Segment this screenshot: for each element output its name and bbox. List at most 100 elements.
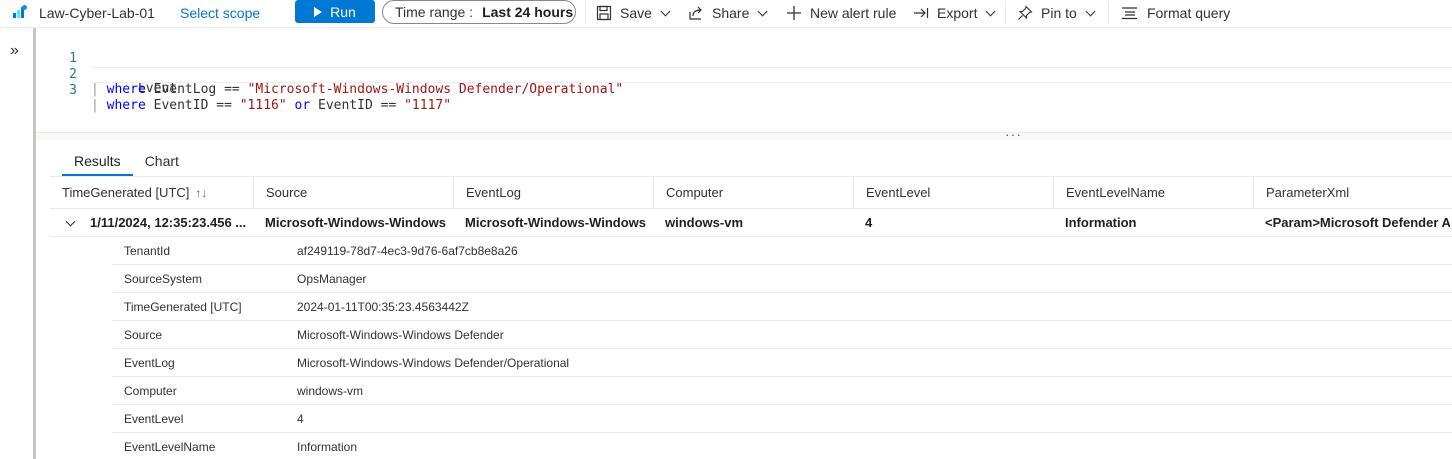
detail-row-timegenerated: TimeGenerated [UTC] 2024-01-11T00:35:23.…	[112, 293, 1452, 321]
toolbar-divider	[1005, 2, 1006, 24]
cell-source: Microsoft-Windows-Windows ...	[265, 215, 450, 230]
detail-row-sourcesystem: SourceSystem OpsManager	[112, 265, 1452, 293]
detail-row-source: Source Microsoft-Windows-Windows Defende…	[112, 321, 1452, 349]
time-range-label: Time range :	[395, 4, 474, 20]
detail-key: TenantId	[124, 244, 171, 258]
line-number: 3	[69, 83, 77, 98]
pipe-token: |	[91, 98, 107, 113]
cell-eventlevel: 4	[865, 215, 873, 230]
play-icon	[314, 6, 323, 17]
code-line-2: 2 | where EventLog == "Microsoft-Windows…	[36, 52, 1452, 97]
column-header-source[interactable]: Source	[253, 177, 453, 209]
chevron-down-icon	[986, 6, 996, 16]
save-icon	[596, 5, 612, 21]
detail-row-computer: Computer windows-vm	[112, 377, 1452, 405]
cell-eventlog: Microsoft-Windows-Windows ...	[465, 215, 650, 230]
detail-key: EventLog	[124, 356, 175, 370]
detail-key: EventLevelName	[124, 440, 216, 454]
detail-row-tenantid: TenantId af249119-78d7-4ec3-9d76-6af7cb8…	[112, 237, 1452, 265]
workspace-name: Law-Cyber-Lab-01	[39, 5, 155, 21]
code-line-1: 1 Event	[36, 36, 1452, 96]
detail-key: Computer	[124, 384, 177, 398]
keyword-token: where	[106, 82, 146, 97]
save-button[interactable]: Save	[596, 4, 671, 22]
chevron-down-icon	[660, 6, 671, 16]
string-literal-token: "1117"	[404, 98, 452, 113]
detail-value: Microsoft-Windows-Windows Defender/Opera…	[297, 356, 570, 370]
command-bar: Law-Cyber-Lab-01 Select scope Run Time r…	[0, 0, 1452, 28]
tab-chart[interactable]: Chart	[133, 150, 191, 176]
format-lines-icon	[1122, 7, 1137, 20]
share-icon	[689, 6, 702, 20]
run-button[interactable]: Run	[295, 0, 375, 23]
keyword-token: or	[294, 98, 311, 113]
export-label: Export	[937, 5, 978, 21]
run-label: Run	[330, 3, 356, 20]
share-label: Share	[712, 5, 750, 21]
column-header-label: TimeGenerated [UTC]	[62, 185, 190, 200]
results-grid-header: TimeGenerated [UTC] ↑↓ Source EventLog Co…	[50, 176, 1452, 209]
editor-results-splitter[interactable]	[36, 132, 1452, 140]
detail-value: OpsManager	[297, 272, 367, 286]
new-alert-rule-button[interactable]: New alert rule	[786, 4, 896, 22]
code-line-3: 3 | where EventID == "1116" or EventID =…	[36, 68, 1452, 113]
pin-to-button[interactable]: Pin to	[1017, 4, 1096, 22]
column-header-parameterxml[interactable]: ParameterXml	[1253, 177, 1452, 209]
expression-token: EventLog ==	[145, 82, 248, 97]
detail-key: Source	[124, 328, 163, 342]
export-button[interactable]: Export	[913, 4, 996, 22]
chevron-down-icon	[757, 6, 768, 16]
time-range-value: Last 24 hours	[482, 4, 574, 20]
toolbar-divider	[585, 2, 586, 24]
query-editor[interactable]: 1 Event 2 | where EventLog == "Microsoft…	[36, 28, 1452, 134]
detail-value: 4	[297, 412, 304, 426]
column-header-computer[interactable]: Computer	[653, 177, 853, 209]
time-range-picker[interactable]: Time range : Last 24 hours	[382, 0, 576, 24]
expression-token: EventID ==	[145, 98, 240, 113]
detail-value: Information	[297, 440, 358, 454]
detail-row-eventlog: EventLog Microsoft-Windows-Windows Defen…	[112, 349, 1452, 377]
detail-value: 2024-01-11T00:35:23.4563442Z	[297, 300, 469, 314]
detail-key: EventLevel	[124, 412, 184, 426]
share-button[interactable]: Share	[688, 4, 768, 22]
plus-icon	[787, 6, 801, 20]
detail-key: TimeGenerated [UTC]	[124, 300, 242, 314]
pin-to-label: Pin to	[1041, 5, 1077, 21]
column-header-eventlevelname[interactable]: EventLevelName	[1053, 177, 1253, 209]
format-query-button[interactable]: Format query	[1121, 4, 1230, 22]
left-panel-rail: »	[0, 28, 34, 459]
column-header-eventlog[interactable]: EventLog	[453, 177, 653, 209]
cell-parameterxml: <Param>Microsoft Defender A...	[1265, 215, 1450, 230]
table-row[interactable]: 1/11/2024, 12:35:23.456 ... Microsoft-Wi…	[50, 209, 1452, 237]
pin-icon	[1018, 5, 1033, 20]
log-analytics-workspace-icon	[13, 5, 27, 18]
save-label: Save	[620, 5, 652, 21]
column-header-timegenerated[interactable]: TimeGenerated [UTC] ↑↓	[50, 177, 253, 209]
select-scope-link[interactable]: Select scope	[180, 5, 260, 21]
pipe-token: |	[91, 82, 107, 97]
export-arrow-icon	[914, 8, 929, 18]
detail-row-eventlevel: EventLevel 4	[112, 405, 1452, 433]
format-query-label: Format query	[1147, 5, 1231, 21]
drag-handle-icon[interactable]: ···	[1005, 126, 1022, 142]
column-header-eventlevel[interactable]: EventLevel	[853, 177, 1053, 209]
detail-value: af249119-78d7-4ec3-9d76-6af7cb8e8a26	[297, 244, 518, 258]
sort-arrows-icon[interactable]: ↑↓	[195, 186, 207, 200]
new-alert-rule-label: New alert rule	[810, 5, 897, 21]
cell-eventlevelname: Information	[1065, 215, 1137, 230]
detail-value: Microsoft-Windows-Windows Defender	[297, 328, 504, 342]
detail-value: windows-vm	[297, 384, 364, 398]
results-tabs: Results Chart	[62, 150, 191, 176]
expand-panel-icon[interactable]: »	[10, 42, 19, 60]
chevron-down-icon[interactable]	[65, 216, 76, 227]
chevron-down-icon	[1085, 6, 1096, 16]
keyword-token: where	[106, 98, 146, 113]
tab-results[interactable]: Results	[62, 150, 133, 176]
toolbar-divider	[1108, 2, 1109, 24]
cell-computer: windows-vm	[665, 215, 744, 230]
expression-token: EventID ==	[310, 98, 405, 113]
string-literal-token: "1116"	[239, 98, 287, 113]
detail-row-eventlevelname: EventLevelName Information	[112, 433, 1452, 459]
cell-timegenerated: 1/11/2024, 12:35:23.456 ...	[90, 215, 247, 230]
